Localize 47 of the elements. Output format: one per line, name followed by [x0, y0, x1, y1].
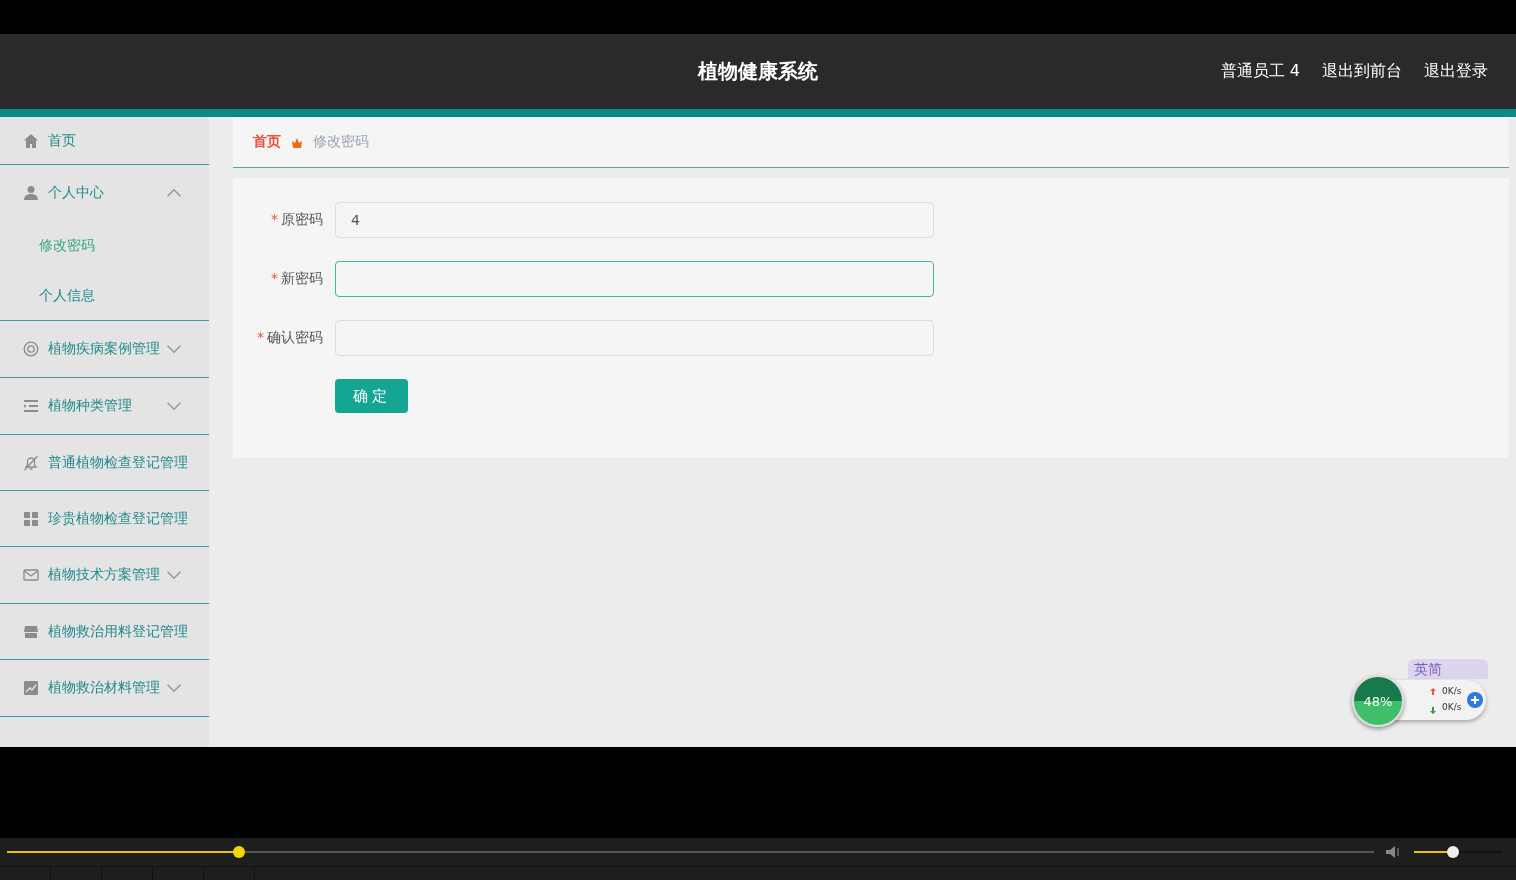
- menu-item[interactable]: 普通植物检查登记管理: [0, 435, 209, 491]
- bell-off-icon: [23, 454, 39, 471]
- app-title: 植物健康系统: [698, 58, 818, 85]
- header-link[interactable]: 退出到前台: [1322, 61, 1402, 82]
- list-icon: [23, 398, 39, 414]
- header-link[interactable]: 退出登录: [1424, 61, 1488, 82]
- password-field[interactable]: [335, 261, 934, 297]
- field-label: * 确认密码: [256, 329, 323, 347]
- home-icon: [23, 132, 39, 149]
- menu-item[interactable]: 首页: [0, 117, 209, 165]
- volume-slider[interactable]: [1414, 846, 1502, 858]
- seek-slider[interactable]: [7, 846, 1374, 858]
- slider-thumb[interactable]: [1446, 846, 1459, 858]
- password-field[interactable]: 4: [335, 202, 934, 238]
- lifebuoy-icon: [23, 341, 39, 357]
- required-mark: *: [271, 270, 278, 286]
- submenu-item[interactable]: 修改密码: [39, 237, 95, 255]
- store-icon: [23, 623, 39, 640]
- up-down-arrows-icon: [1430, 688, 1436, 714]
- menu-item[interactable]: 植物技术方案管理: [0, 547, 209, 603]
- menu-item[interactable]: 个人中心: [0, 165, 209, 221]
- menu-item[interactable]: 植物救治材料管理: [0, 660, 209, 716]
- menu-item[interactable]: 植物救治用料登记管理: [0, 604, 209, 660]
- breadcrumb-current: 修改密码: [313, 133, 369, 151]
- submenu-item[interactable]: 个人信息: [39, 286, 95, 305]
- download-speed: 0K/s: [1442, 702, 1462, 712]
- menu-item[interactable]: 植物种类管理: [0, 378, 209, 434]
- confirm-button[interactable]: 确定: [335, 379, 408, 413]
- plus-icon[interactable]: [1466, 691, 1484, 709]
- menu-item[interactable]: 植物疾病案例管理: [0, 321, 209, 377]
- field-label: * 原密码: [270, 211, 323, 229]
- header-link[interactable]: 普通员工 4: [1220, 61, 1300, 82]
- user-icon: [23, 185, 39, 201]
- input-method-badge[interactable]: 英简: [1408, 659, 1488, 679]
- chart-icon: [23, 680, 39, 696]
- required-mark: *: [257, 329, 264, 345]
- upload-speed: 0K/s: [1442, 686, 1462, 696]
- grid-icon: [23, 510, 39, 527]
- slider-thumb[interactable]: [233, 846, 246, 858]
- speaker-icon[interactable]: [1386, 846, 1402, 858]
- menu-item[interactable]: 珍贵植物检查登记管理: [0, 491, 209, 547]
- required-mark: *: [271, 211, 278, 227]
- crown-icon: [291, 136, 303, 148]
- breadcrumb-link[interactable]: 首页: [253, 133, 281, 151]
- field-label: * 新密码: [270, 270, 323, 288]
- memory-usage-ball: 48%: [1352, 675, 1404, 727]
- envelope-icon: [23, 567, 39, 583]
